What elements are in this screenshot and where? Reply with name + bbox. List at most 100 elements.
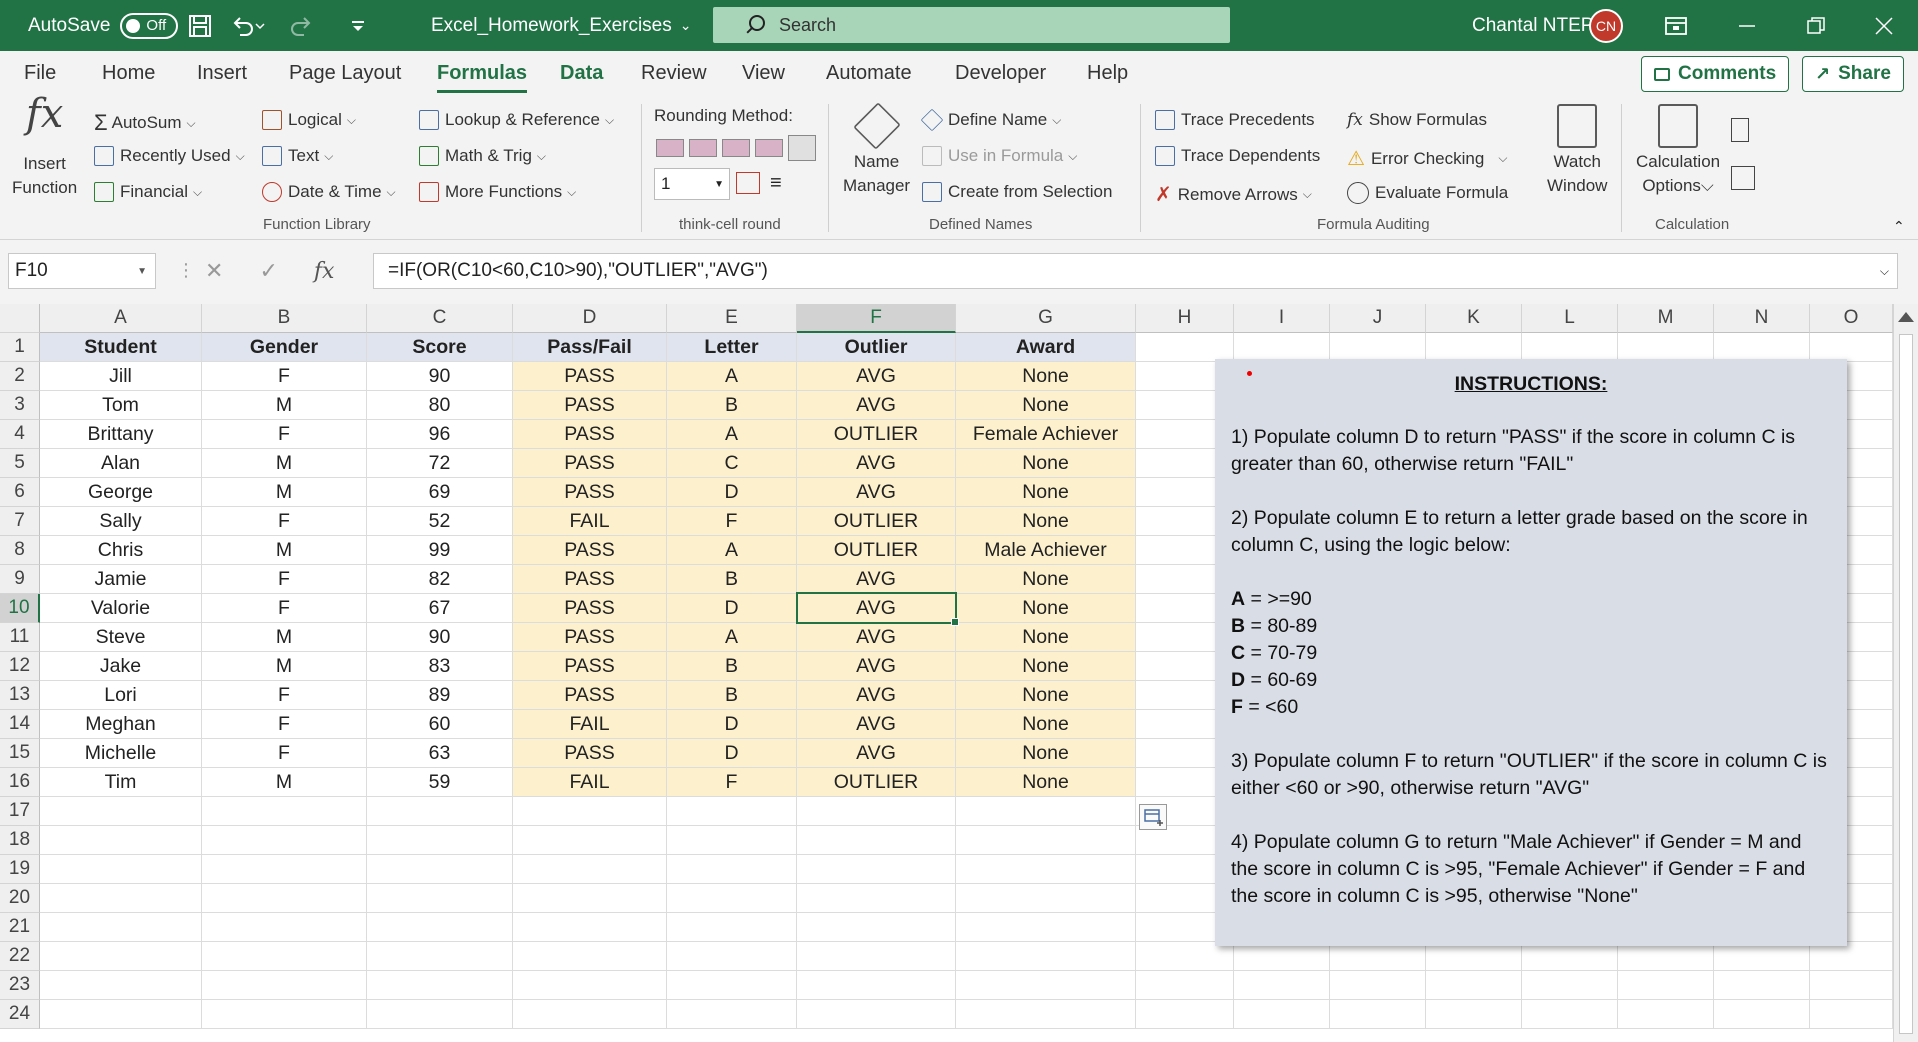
minimize-icon[interactable]	[1738, 0, 1756, 51]
table-cell[interactable]: PASS	[513, 681, 667, 710]
customize-quick-access-icon[interactable]	[350, 0, 366, 51]
table-cell[interactable]: Tom	[40, 391, 202, 420]
table-cell[interactable]: 82	[367, 565, 513, 594]
grid-cell[interactable]	[1714, 942, 1810, 971]
grid-cell[interactable]	[202, 826, 367, 855]
file-name-dropdown[interactable]: Excel_Homework_Exercises ⌄	[431, 0, 691, 51]
table-cell[interactable]: Steve	[40, 623, 202, 652]
grid-cell[interactable]	[202, 797, 367, 826]
financial-button[interactable]: Financial ⌵	[94, 182, 202, 202]
table-cell[interactable]: Alan	[40, 449, 202, 478]
column-header[interactable]: F	[797, 304, 956, 333]
grid-cell[interactable]	[1426, 1000, 1522, 1029]
row-header[interactable]: 10	[0, 594, 40, 623]
grid-cell[interactable]	[797, 855, 956, 884]
grid-cell[interactable]	[513, 855, 667, 884]
round-settings-icon[interactable]	[788, 135, 816, 161]
avatar[interactable]: CN	[1589, 9, 1623, 43]
row-header[interactable]: 1	[0, 333, 40, 362]
table-header-cell[interactable]: Score	[367, 333, 513, 362]
grid-cell[interactable]	[956, 913, 1136, 942]
table-cell[interactable]: PASS	[513, 536, 667, 565]
grid-cell[interactable]	[367, 971, 513, 1000]
column-header[interactable]: A	[40, 304, 202, 333]
grid-cell[interactable]	[1234, 1000, 1330, 1029]
table-cell[interactable]: Brittany	[40, 420, 202, 449]
scroll-up-icon[interactable]	[1898, 312, 1914, 322]
table-cell[interactable]: Meghan	[40, 710, 202, 739]
row-header[interactable]: 6	[0, 478, 40, 507]
grid-cell[interactable]	[40, 826, 202, 855]
grid-cell[interactable]	[667, 797, 797, 826]
grid-cell[interactable]	[367, 884, 513, 913]
grid-cell[interactable]	[1330, 333, 1426, 362]
table-cell[interactable]: Jake	[40, 652, 202, 681]
table-cell[interactable]: None	[956, 449, 1136, 478]
table-header-cell[interactable]: Student	[40, 333, 202, 362]
table-cell[interactable]: F	[202, 710, 367, 739]
grid-cell[interactable]	[797, 971, 956, 1000]
grid-cell[interactable]	[367, 855, 513, 884]
table-cell[interactable]: PASS	[513, 565, 667, 594]
grid-cell[interactable]	[367, 1000, 513, 1029]
grid-cell[interactable]	[1136, 942, 1234, 971]
more-functions-button[interactable]: More Functions ⌵	[419, 182, 576, 202]
table-cell[interactable]: B	[667, 565, 797, 594]
table-cell[interactable]: AVG	[797, 478, 956, 507]
table-cell[interactable]: OUTLIER	[797, 420, 956, 449]
row-header[interactable]: 15	[0, 739, 40, 768]
table-cell[interactable]: Female Achiever	[956, 420, 1136, 449]
column-header[interactable]: C	[367, 304, 513, 333]
row-header[interactable]: 5	[0, 449, 40, 478]
table-cell[interactable]: 96	[367, 420, 513, 449]
table-cell[interactable]: F	[202, 739, 367, 768]
trace-dependents-button[interactable]: Trace Dependents	[1155, 146, 1320, 166]
table-cell[interactable]: 99	[367, 536, 513, 565]
table-cell[interactable]: AVG	[797, 362, 956, 391]
table-cell[interactable]: D	[667, 739, 797, 768]
table-cell[interactable]: F	[202, 362, 367, 391]
grid-cell[interactable]	[667, 884, 797, 913]
recently-used-button[interactable]: Recently Used ⌵	[94, 146, 245, 166]
grid-cell[interactable]	[40, 884, 202, 913]
table-cell[interactable]: AVG	[797, 681, 956, 710]
table-cell[interactable]: Jill	[40, 362, 202, 391]
formula-input[interactable]: =IF(OR(C10<60,C10>90),"OUTLIER","AVG") ⌵	[373, 253, 1898, 289]
table-cell[interactable]: PASS	[513, 739, 667, 768]
insert-function-button[interactable]: fx Insert Function	[12, 94, 77, 200]
name-manager-button[interactable]: Name Manager	[843, 102, 910, 198]
grid-cell[interactable]	[513, 942, 667, 971]
grid-cell[interactable]	[797, 913, 956, 942]
grid-cell[interactable]	[667, 1000, 797, 1029]
watch-window-button[interactable]: Watch Window	[1547, 104, 1607, 198]
table-cell[interactable]: AVG	[797, 739, 956, 768]
grid-cell[interactable]	[797, 1000, 956, 1029]
grid-cell[interactable]	[40, 942, 202, 971]
row-header[interactable]: 22	[0, 942, 40, 971]
grid-cell[interactable]	[202, 855, 367, 884]
grid-cell[interactable]	[1426, 333, 1522, 362]
table-cell[interactable]: PASS	[513, 478, 667, 507]
grid-cell[interactable]	[202, 1000, 367, 1029]
autosave-toggle[interactable]: Off	[120, 12, 179, 39]
row-header[interactable]: 21	[0, 913, 40, 942]
grid-cell[interactable]	[202, 884, 367, 913]
column-header[interactable]: E	[667, 304, 797, 333]
column-header[interactable]: I	[1234, 304, 1330, 333]
table-cell[interactable]: 63	[367, 739, 513, 768]
date-time-button[interactable]: Date & Time ⌵	[262, 182, 396, 202]
table-cell[interactable]: 90	[367, 623, 513, 652]
row-header[interactable]: 14	[0, 710, 40, 739]
name-box[interactable]: F10 ▼	[8, 253, 156, 289]
table-cell[interactable]: M	[202, 478, 367, 507]
table-cell[interactable]: None	[956, 623, 1136, 652]
grid-cell[interactable]	[1714, 971, 1810, 1000]
table-cell[interactable]: None	[956, 768, 1136, 797]
text-button[interactable]: Text ⌵	[262, 146, 333, 166]
row-header[interactable]: 3	[0, 391, 40, 420]
table-cell[interactable]: Lori	[40, 681, 202, 710]
grid-cell[interactable]	[1618, 942, 1714, 971]
table-cell[interactable]: M	[202, 652, 367, 681]
grid-cell[interactable]	[667, 826, 797, 855]
grid-cell[interactable]	[202, 971, 367, 1000]
